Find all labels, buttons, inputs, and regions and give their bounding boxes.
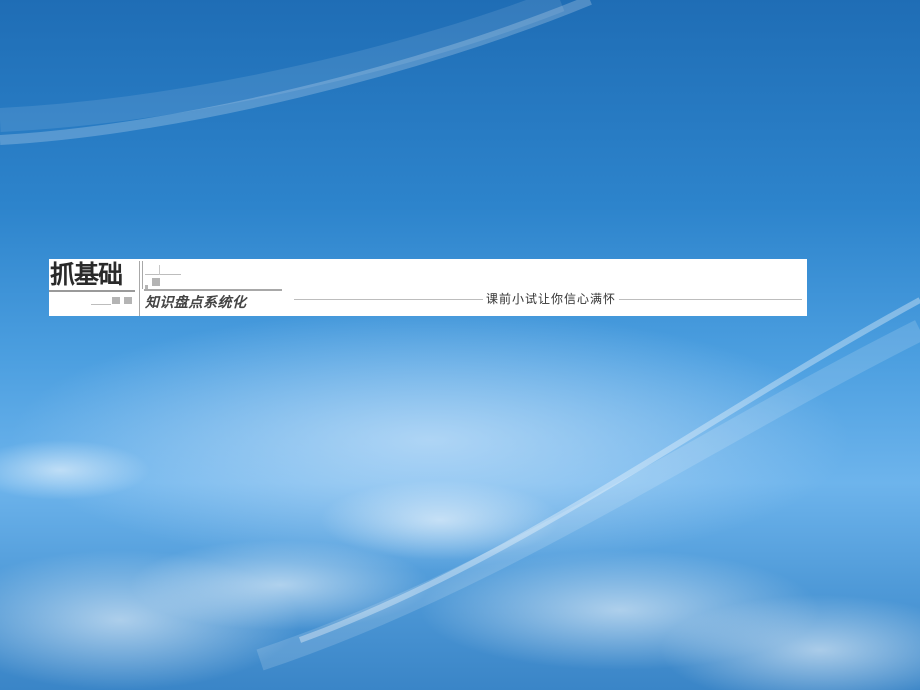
decor-square [112, 297, 120, 304]
section-motto: 课前小试让你信心满怀 [483, 291, 620, 307]
sky-background [0, 0, 920, 690]
title-underline [49, 290, 135, 292]
decor-line [91, 304, 111, 305]
decor-square [152, 278, 160, 286]
decor-line [145, 274, 181, 275]
section-title: 抓基础 [50, 260, 123, 289]
divider [139, 261, 140, 316]
decor-square [124, 297, 132, 304]
section-banner: 抓基础 知识盘点系统化 课前小试让你信心满怀 [49, 259, 807, 316]
divider [159, 265, 160, 275]
section-subtitle: 知识盘点系统化 [145, 295, 247, 311]
subtitle-rule [144, 289, 282, 291]
divider [142, 261, 143, 289]
slide: 抓基础 知识盘点系统化 课前小试让你信心满怀 [0, 0, 920, 690]
cloud [320, 480, 560, 560]
